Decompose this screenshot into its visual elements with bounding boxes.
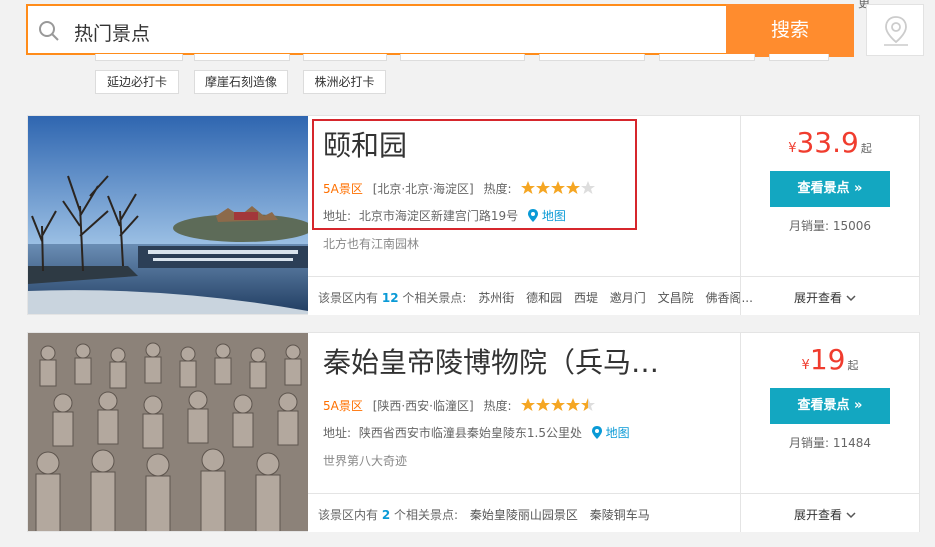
sales-value: 15006 bbox=[832, 219, 872, 233]
related-spots: 该景区内有 2 个相关景点: 秦始皇陵丽山园景区 秦陵铜车马 bbox=[318, 506, 650, 523]
attraction-description: 北方也有江南园林 bbox=[323, 237, 420, 251]
result-info: 秦始皇帝陵博物院（兵马… 5A景区 [陕西·西安·临潼区] 热度: 地址: 陕西… bbox=[308, 333, 740, 493]
attraction-title[interactable]: 秦始皇帝陵博物院（兵马… bbox=[323, 341, 659, 381]
heat-label: 热度: bbox=[483, 399, 512, 413]
related-count: 12 bbox=[381, 291, 399, 305]
related-footer: 该景区内有 2 个相关景点: 秦始皇陵丽山园景区 秦陵铜车马 展开查看 bbox=[308, 493, 919, 532]
expand-button[interactable]: 展开查看 bbox=[794, 289, 856, 306]
price-value: 33.9 bbox=[796, 126, 859, 159]
level-badge: 5A景区 bbox=[323, 399, 363, 413]
related-prefix: 该景区内有 bbox=[318, 508, 379, 522]
related-spot[interactable]: 苏州街 bbox=[478, 291, 514, 305]
map-link[interactable]: 地图 bbox=[591, 426, 630, 440]
related-spot[interactable]: 邀月门 bbox=[610, 291, 646, 305]
map-pin-icon bbox=[591, 426, 602, 439]
related-prefix: 该景区内有 bbox=[318, 291, 379, 305]
region-text: [陕西·西安·临潼区] bbox=[372, 399, 474, 413]
sales-label: 月销量: bbox=[789, 436, 830, 450]
price-column: ¥33.9 起 查看景点 » 月销量: 15006 bbox=[741, 116, 919, 276]
price: ¥33.9 起 bbox=[741, 126, 919, 159]
expand-label[interactable]: 展开查看 bbox=[794, 291, 842, 305]
related-spot[interactable]: 秦始皇陵丽山园景区 bbox=[470, 508, 578, 522]
result-card-terracotta: 秦始皇帝陵博物院（兵马… 5A景区 [陕西·西安·临潼区] 热度: 地址: 陕西… bbox=[27, 332, 920, 532]
tag-yanbian[interactable]: 延边必打卡 bbox=[95, 70, 179, 94]
footer-divider bbox=[740, 494, 741, 532]
related-footer: 该景区内有 12 个相关景点: 苏州街 德和园 西堤 邀月门 文昌院 佛香阁..… bbox=[308, 276, 919, 315]
address-text: 陕西省西安市临潼县秦始皇陵东1.5公里处 bbox=[358, 426, 582, 440]
related-suffix: 个相关景点: bbox=[394, 508, 459, 522]
search-button[interactable]: 搜索 bbox=[726, 4, 854, 57]
attraction-photo-terracotta-army[interactable] bbox=[28, 333, 308, 531]
attraction-description: 世界第八大奇迹 bbox=[323, 454, 408, 468]
price: ¥19 起 bbox=[741, 343, 919, 376]
chevron-down-icon bbox=[846, 512, 856, 519]
expand-label[interactable]: 展开查看 bbox=[794, 508, 842, 522]
price-suffix: 起 bbox=[847, 359, 859, 372]
price-currency: ¥ bbox=[801, 358, 810, 373]
monthly-sales: 月销量: 15006 bbox=[789, 217, 871, 234]
price-suffix: 起 bbox=[860, 142, 872, 155]
price-column: ¥19 起 查看景点 » 月销量: 11484 bbox=[741, 333, 919, 493]
search-bar[interactable]: 热门景点 搜索 bbox=[26, 4, 854, 57]
sales-label: 月销量: bbox=[789, 219, 830, 233]
price-value: 19 bbox=[809, 343, 846, 376]
view-attraction-button[interactable]: 查看景点 » bbox=[770, 171, 890, 207]
search-input[interactable]: 热门景点 bbox=[74, 19, 150, 46]
meta-row: 5A景区 [陕西·西安·临潼区] 热度: bbox=[323, 396, 597, 414]
related-spot[interactable]: 德和园 bbox=[526, 291, 562, 305]
tag-zhuzhou[interactable]: 株洲必打卡 bbox=[303, 70, 386, 94]
footer-divider bbox=[740, 277, 741, 315]
chevron-down-icon bbox=[846, 295, 856, 302]
related-spot[interactable]: 佛香阁... bbox=[705, 291, 752, 305]
related-suffix: 个相关景点: bbox=[402, 291, 467, 305]
sales-value: 11484 bbox=[832, 436, 872, 450]
attraction-photo-summer-palace[interactable] bbox=[28, 116, 308, 314]
location-pin-icon bbox=[884, 16, 908, 46]
related-count: 2 bbox=[381, 508, 391, 522]
address-label: 地址: bbox=[323, 426, 352, 440]
rating-stars bbox=[521, 398, 597, 415]
tag-moya[interactable]: 摩崖石刻造像 bbox=[194, 70, 288, 94]
monthly-sales: 月销量: 11484 bbox=[789, 434, 871, 451]
expand-button[interactable]: 展开查看 bbox=[794, 506, 856, 523]
map-link-label[interactable]: 地图 bbox=[606, 426, 630, 440]
address-row: 地址: 陕西省西安市临潼县秦始皇陵东1.5公里处 地图 bbox=[323, 424, 630, 441]
related-spots: 该景区内有 12 个相关景点: 苏州街 德和园 西堤 邀月门 文昌院 佛香阁..… bbox=[318, 289, 753, 306]
location-button[interactable] bbox=[866, 4, 924, 56]
highlight-box bbox=[312, 119, 637, 230]
view-attraction-button[interactable]: 查看景点 » bbox=[770, 388, 890, 424]
search-icon bbox=[39, 21, 59, 41]
related-spot[interactable]: 西堤 bbox=[574, 291, 598, 305]
related-spot[interactable]: 秦陵铜车马 bbox=[590, 508, 650, 522]
related-spot[interactable]: 文昌院 bbox=[658, 291, 694, 305]
